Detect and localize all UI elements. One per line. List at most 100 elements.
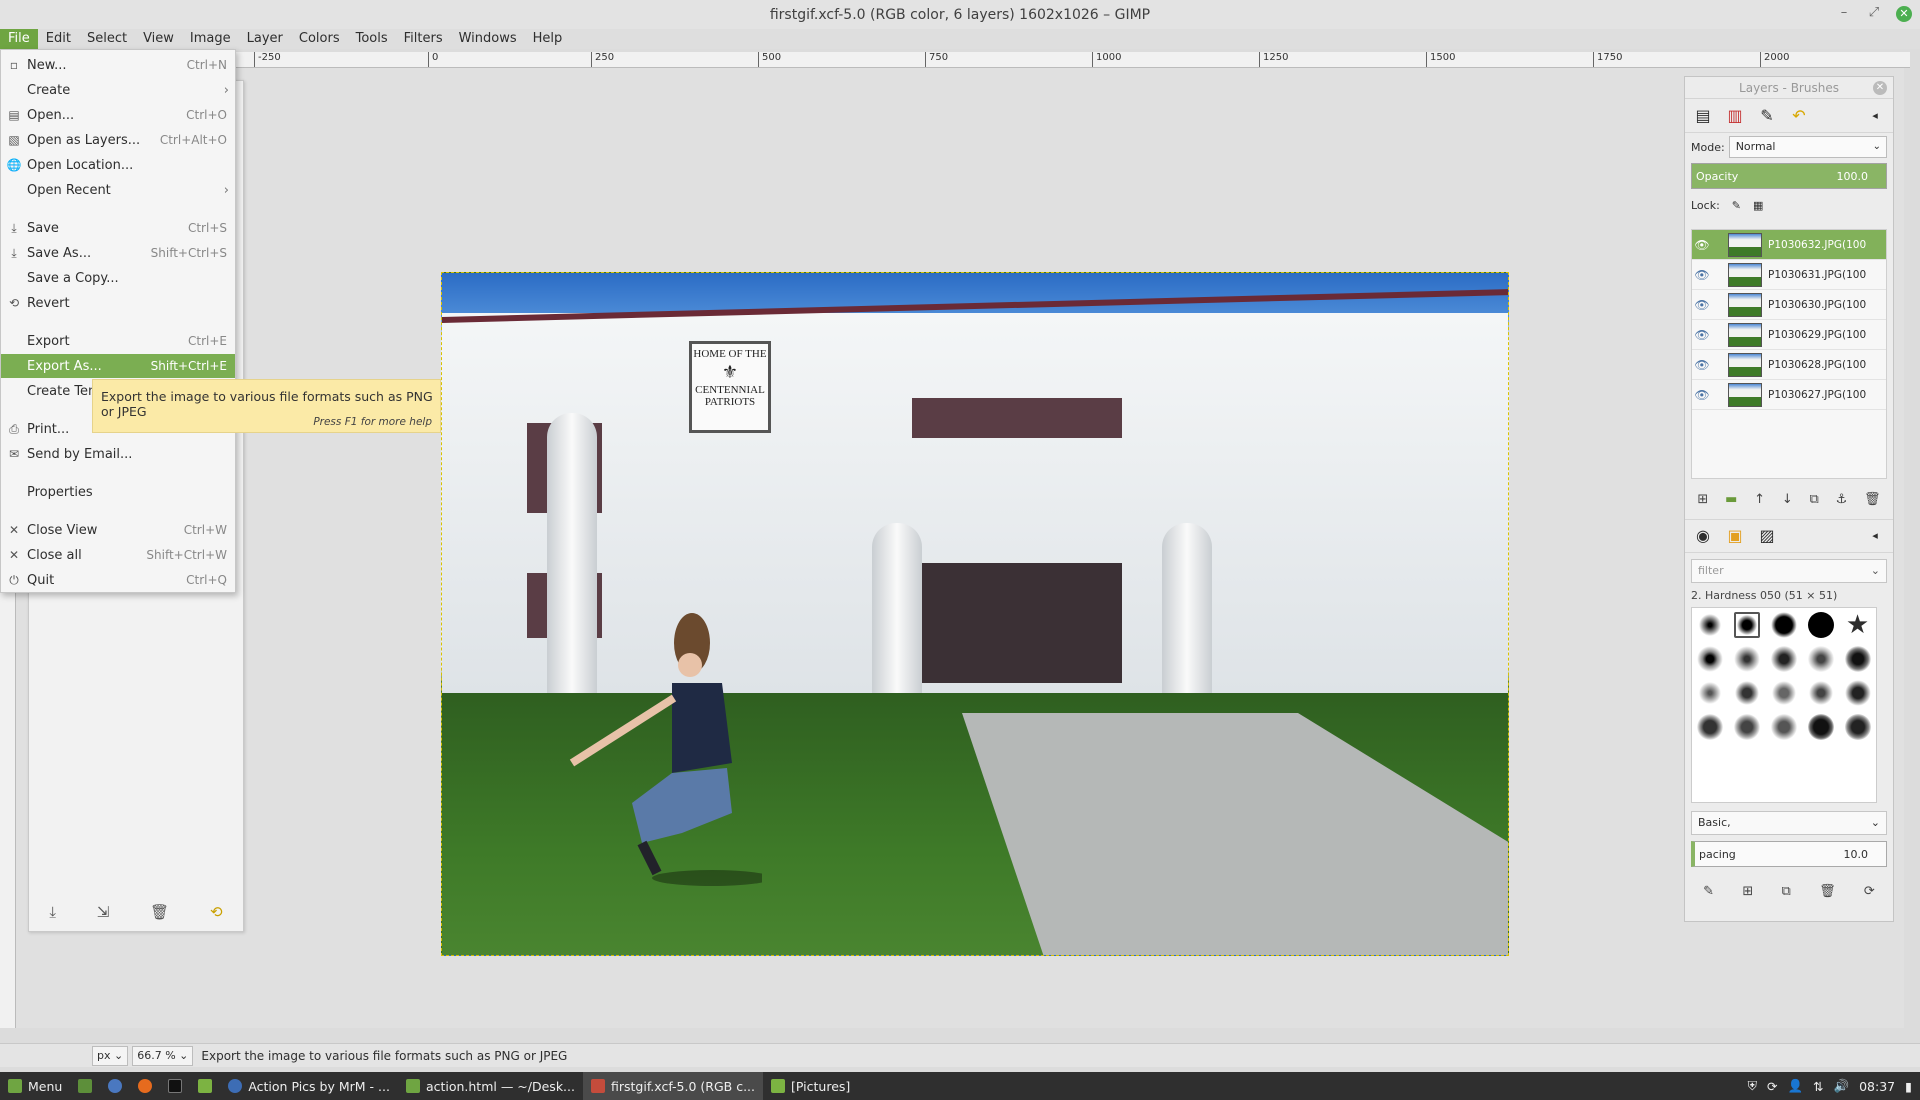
visibility-eye-icon[interactable]: 👁 <box>1692 238 1712 252</box>
brush-swatch[interactable] <box>1770 680 1797 706</box>
edit-brush-icon[interactable]: ✎ <box>1703 884 1714 899</box>
menu-item-save-copy[interactable]: Save a Copy... <box>1 266 235 290</box>
brush-swatch[interactable] <box>1697 646 1724 672</box>
menu-item-open[interactable]: ▤ Open... Ctrl+O <box>1 103 235 127</box>
new-brush-icon[interactable]: ⊞ <box>1742 884 1753 899</box>
visibility-eye-icon[interactable]: 👁 <box>1692 388 1712 402</box>
dock-menu-icon[interactable]: ◂ <box>1863 525 1887 547</box>
menu-item-export[interactable]: Export Ctrl+E <box>1 329 235 353</box>
brush-swatch[interactable] <box>1697 714 1724 740</box>
taskbar-window[interactable]: [Pictures] <box>763 1072 858 1100</box>
layer-row[interactable]: 👁 P1030629.JPG(100r <box>1692 320 1886 350</box>
menu-help[interactable]: Help <box>525 29 571 49</box>
brush-swatch[interactable] <box>1807 646 1834 672</box>
raise-layer-icon[interactable]: ↑ <box>1754 492 1765 507</box>
brush-swatch[interactable] <box>1770 714 1797 740</box>
paths-tab-icon[interactable]: ✎ <box>1755 105 1779 127</box>
dock-menu-icon[interactable]: ◂ <box>1863 105 1887 127</box>
canvas-area[interactable]: HOME OF THE ⚜ CENTENNIAL PATRIOTS <box>16 68 1904 1028</box>
start-menu-button[interactable]: Menu <box>0 1072 70 1100</box>
menu-item-close-view[interactable]: ✕ Close View Ctrl+W <box>1 518 235 542</box>
menu-item-close-all[interactable]: ✕ Close all Shift+Ctrl+W <box>1 543 235 567</box>
layer-row[interactable]: 👁 P1030632.JPG(100r <box>1692 230 1886 260</box>
brush-swatch[interactable] <box>1734 680 1761 706</box>
menu-item-revert[interactable]: ⟲ Revert <box>1 291 235 315</box>
close-dock-icon[interactable]: ✕ <box>1873 81 1887 95</box>
menu-view[interactable]: View <box>135 29 182 49</box>
menu-tools[interactable]: Tools <box>348 29 396 49</box>
brush-swatch[interactable] <box>1807 680 1834 706</box>
channels-tab-icon[interactable]: ▥ <box>1723 105 1747 127</box>
brush-swatch[interactable] <box>1697 612 1724 638</box>
user-icon[interactable]: 👤 <box>1787 1078 1803 1094</box>
layer-row[interactable]: 👁 P1030630.JPG(100r <box>1692 290 1886 320</box>
minimize-icon[interactable]: – <box>1834 5 1854 20</box>
battery-icon[interactable]: ▮ <box>1905 1079 1912 1094</box>
chromium-launcher[interactable] <box>100 1072 130 1100</box>
patterns-tab-icon[interactable]: ▣ <box>1723 525 1747 547</box>
brush-swatch[interactable] <box>1734 646 1761 672</box>
brush-preset-select[interactable]: Basic, ⌄ <box>1691 811 1887 835</box>
duplicate-brush-icon[interactable]: ⧉ <box>1782 884 1791 899</box>
menu-item-quit[interactable]: ⏻ Quit Ctrl+Q <box>1 568 235 592</box>
layer-row[interactable]: 👁 P1030628.JPG(100r <box>1692 350 1886 380</box>
new-group-icon[interactable]: ▬ <box>1725 492 1737 507</box>
lock-alpha-icon[interactable]: ▦ <box>1753 199 1763 212</box>
brush-swatch[interactable] <box>1734 612 1761 638</box>
delete-layer-icon[interactable]: 🗑 <box>1864 492 1881 507</box>
brush-swatch[interactable] <box>1844 646 1871 672</box>
taskbar-window[interactable]: Action Pics by MrM - ... <box>220 1072 398 1100</box>
brush-swatch[interactable] <box>1734 714 1761 740</box>
brush-swatch[interactable] <box>1844 714 1871 740</box>
export-icon[interactable]: ⇲ <box>97 903 110 921</box>
brush-filter-input[interactable]: filter ⌄ <box>1691 559 1887 583</box>
duplicate-layer-icon[interactable]: ⧉ <box>1810 492 1819 507</box>
layer-row[interactable]: 👁 P1030631.JPG(100r <box>1692 260 1886 290</box>
clock[interactable]: 08:37 <box>1859 1079 1895 1094</box>
visibility-eye-icon[interactable]: 👁 <box>1692 268 1712 282</box>
visibility-eye-icon[interactable]: 👁 <box>1692 298 1712 312</box>
menu-edit[interactable]: Edit <box>38 29 79 49</box>
zoom-select[interactable]: 66.7 % ⌄ <box>132 1045 194 1066</box>
menu-item-open-as-layers[interactable]: ▧ Open as Layers... Ctrl+Alt+O <box>1 128 235 152</box>
lower-layer-icon[interactable]: ↓ <box>1782 492 1793 507</box>
menu-image[interactable]: Image <box>182 29 239 49</box>
update-icon[interactable]: ⟳ <box>1767 1079 1777 1094</box>
volume-icon[interactable]: 🔊 <box>1834 1078 1850 1094</box>
mode-select[interactable]: Normal ⌄ <box>1728 136 1887 158</box>
brush-swatch[interactable] <box>1807 714 1834 740</box>
opacity-slider[interactable]: Opacity 100.0 <box>1691 163 1887 189</box>
brush-swatch[interactable] <box>1807 612 1834 638</box>
menu-item-send-email[interactable]: ✉ Send by Email... <box>1 442 235 466</box>
visibility-eye-icon[interactable]: 👁 <box>1692 328 1712 342</box>
show-desktop-button[interactable] <box>70 1072 100 1100</box>
reset-icon[interactable]: ⟲ <box>210 903 223 921</box>
menu-item-export-as[interactable]: Export As... Shift+Ctrl+E <box>1 354 235 378</box>
brush-swatch[interactable] <box>1770 646 1797 672</box>
terminal-launcher[interactable] <box>160 1072 190 1100</box>
menu-item-properties[interactable]: Properties <box>1 480 235 504</box>
download-icon[interactable]: ⤓ <box>49 903 56 921</box>
menu-file[interactable]: File <box>0 29 38 49</box>
close-window-icon[interactable]: ✕ <box>1896 6 1912 22</box>
horizontal-ruler[interactable]: -250 0 250 500 750 1000 1250 1500 1750 2… <box>230 52 1910 68</box>
brush-swatch[interactable] <box>1697 680 1724 706</box>
lock-pixels-icon[interactable]: ✎ <box>1732 199 1741 212</box>
new-layer-icon[interactable]: ⊞ <box>1697 492 1708 507</box>
menu-layer[interactable]: Layer <box>239 29 291 49</box>
menu-colors[interactable]: Colors <box>291 29 348 49</box>
menu-item-open-location[interactable]: 🌐 Open Location... <box>1 153 235 177</box>
delete-brush-icon[interactable]: 🗑 <box>1819 884 1836 899</box>
spacing-slider[interactable]: pacing 10.0 <box>1691 841 1887 867</box>
brushes-tab-icon[interactable]: ◉ <box>1691 525 1715 547</box>
menu-item-create[interactable]: Create › <box>1 78 235 102</box>
menu-select[interactable]: Select <box>79 29 135 49</box>
delete-icon[interactable]: 🗑 <box>150 903 169 921</box>
maximize-icon[interactable]: ⤢ <box>1864 5 1884 20</box>
gradients-tab-icon[interactable]: ▨ <box>1755 525 1779 547</box>
layers-tab-icon[interactable]: ▤ <box>1691 105 1715 127</box>
undo-history-tab-icon[interactable]: ↶ <box>1787 105 1811 127</box>
menu-windows[interactable]: Windows <box>451 29 525 49</box>
shield-icon[interactable]: ⛨ <box>1748 1078 1757 1094</box>
firefox-launcher[interactable] <box>130 1072 160 1100</box>
